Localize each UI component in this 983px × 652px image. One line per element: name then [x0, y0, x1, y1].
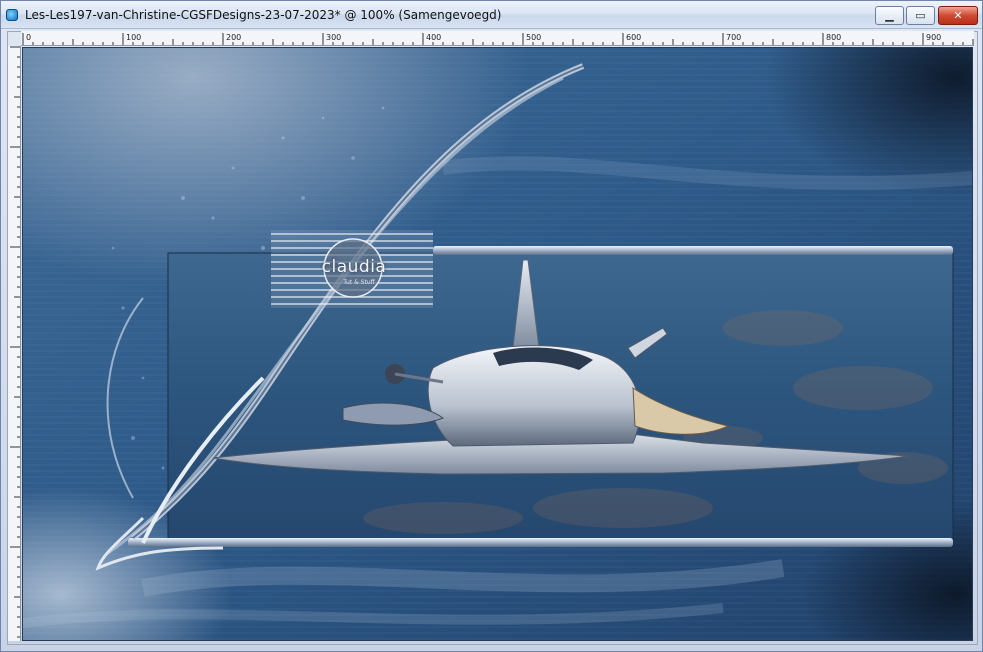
logo-subtext: Tut & Stuff — [343, 279, 375, 286]
ruler-label: 800 — [826, 33, 841, 42]
logo-text: claudia — [321, 257, 387, 277]
artwork — [23, 48, 972, 640]
ruler-label: 200 — [226, 33, 241, 42]
ruler-label: 500 — [526, 33, 541, 42]
ruler-label: 400 — [426, 33, 441, 42]
vertical-ruler-ticks — [10, 46, 20, 638]
maximize-button[interactable]: ▭ — [906, 6, 935, 25]
horizontal-ruler-ticks: 0 100 200 300 400 500 600 700 800 900 — [22, 33, 974, 45]
minimize-icon: ▁ — [885, 9, 894, 22]
maximize-icon: ▭ — [915, 9, 926, 22]
image-canvas[interactable]: claudia Tut & Stuff — [22, 47, 973, 641]
close-icon: ✕ — [953, 9, 963, 22]
ruler-label: 300 — [326, 33, 341, 42]
ruler-label: 700 — [726, 33, 741, 42]
app-icon[interactable] — [6, 9, 18, 21]
watermark-logo: claudia Tut & Stuff — [271, 230, 433, 308]
app-window: Les-Les197-van-Christine-CGSFDesigns-23-… — [0, 0, 983, 652]
ruler-label: 100 — [126, 33, 141, 42]
title-bar[interactable]: Les-Les197-van-Christine-CGSFDesigns-23-… — [1, 1, 982, 29]
minimize-button[interactable]: ▁ — [875, 6, 904, 25]
horizontal-ruler[interactable]: 0 100 200 300 400 500 600 700 800 900 — [21, 31, 974, 46]
close-button[interactable]: ✕ — [938, 6, 978, 25]
ruler-label: 600 — [626, 33, 641, 42]
ruler-label: 0 — [26, 33, 31, 42]
vertical-ruler[interactable] — [8, 46, 21, 641]
ruler-label: 900 — [926, 33, 941, 42]
window-title: Les-Les197-van-Christine-CGSFDesigns-23-… — [25, 8, 502, 22]
